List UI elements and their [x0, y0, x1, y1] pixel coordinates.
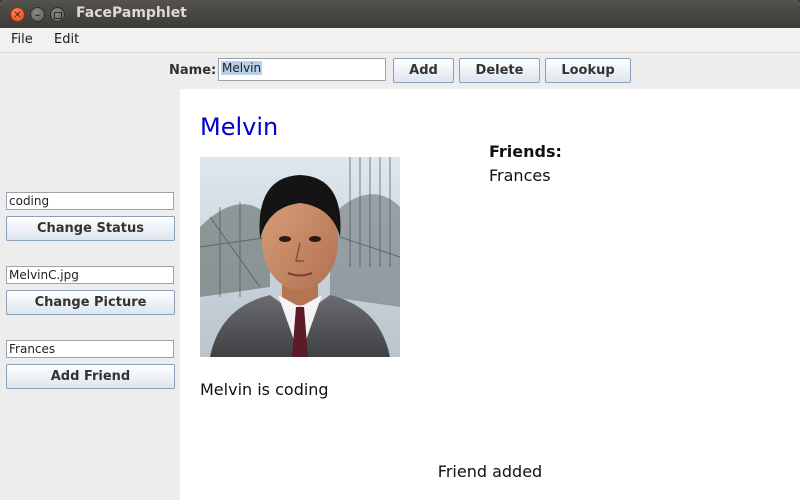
- add-friend-button[interactable]: Add Friend: [6, 364, 175, 389]
- window-title: FacePamphlet: [76, 5, 187, 21]
- maximize-window-icon[interactable]: [50, 7, 65, 22]
- name-input-value: Melvin: [221, 61, 263, 75]
- change-picture-button[interactable]: Change Picture: [6, 290, 175, 315]
- profile-status: Melvin is coding: [200, 380, 329, 399]
- menu-bar: File Edit: [0, 28, 800, 53]
- friends-title: Friends:: [489, 142, 562, 161]
- name-label: Name:: [169, 63, 217, 78]
- friend-field[interactable]: Frances: [6, 340, 174, 358]
- name-input[interactable]: Melvin: [218, 58, 386, 81]
- title-bar: ✕ – FacePamphlet: [0, 0, 800, 28]
- picture-field[interactable]: MelvinC.jpg: [6, 266, 174, 284]
- profile-photo: [200, 157, 400, 357]
- menu-edit[interactable]: Edit: [54, 32, 79, 47]
- minimize-window-icon[interactable]: –: [30, 7, 45, 22]
- status-field[interactable]: coding: [6, 192, 174, 210]
- close-window-icon[interactable]: ✕: [10, 7, 25, 22]
- app-window: ✕ – FacePamphlet File Edit Name: Melvin …: [0, 0, 800, 500]
- lookup-button[interactable]: Lookup: [545, 58, 631, 83]
- app-message: Friend added: [437, 462, 543, 481]
- profile-canvas: Melvin Friends: Frances Melvin is coding…: [180, 89, 800, 500]
- friend-item: Frances: [489, 166, 551, 185]
- profile-name: Melvin: [200, 113, 279, 141]
- change-status-button[interactable]: Change Status: [6, 216, 175, 241]
- menu-file[interactable]: File: [11, 32, 33, 47]
- add-button[interactable]: Add: [393, 58, 454, 83]
- delete-button[interactable]: Delete: [459, 58, 540, 83]
